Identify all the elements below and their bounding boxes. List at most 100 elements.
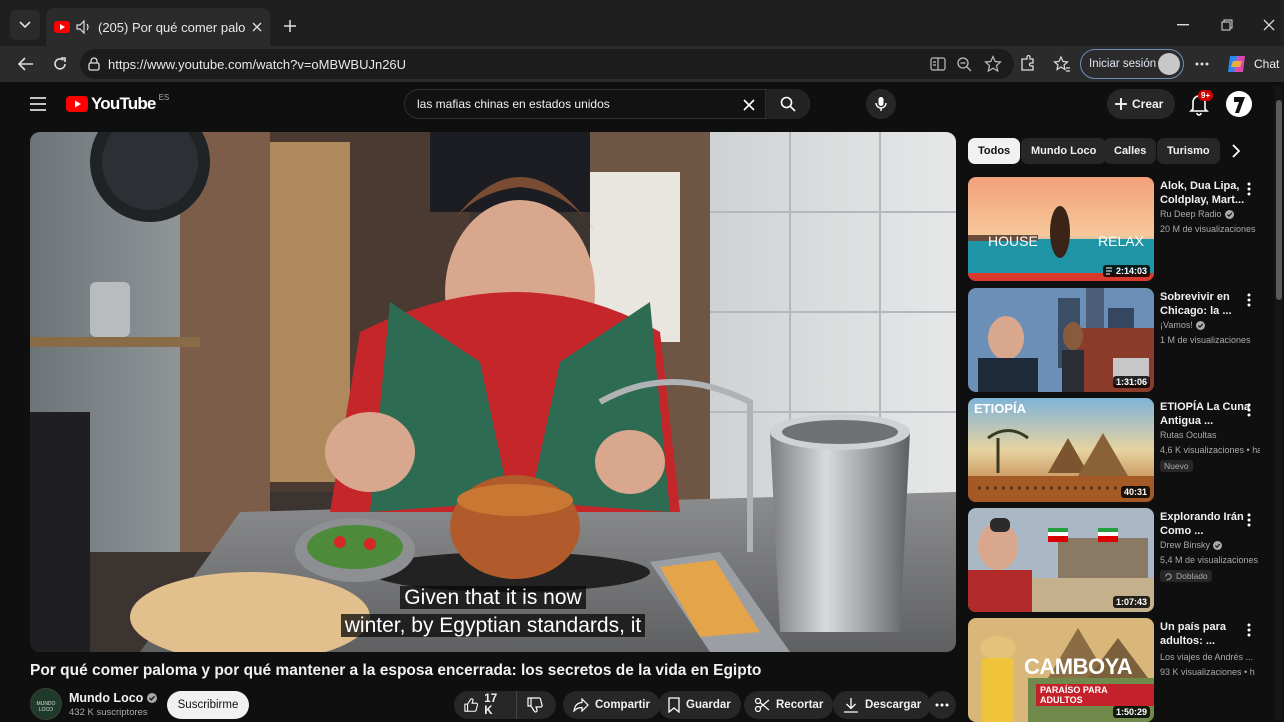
chip-calles[interactable]: Calles (1104, 138, 1157, 164)
reader-view-icon[interactable] (930, 56, 946, 72)
thumb-text-right: RELAX (1098, 233, 1144, 249)
youtube-logo[interactable]: YouTube ES (66, 93, 169, 114)
recommendation-title[interactable]: ETIOPÍA La Cuna Antigua ... (1160, 400, 1252, 428)
zoom-out-icon[interactable] (956, 56, 972, 72)
recommendation-views: 4,6 K visualizaciones • hace (1160, 445, 1260, 455)
more-vert-icon[interactable] (1244, 622, 1254, 638)
chevron-right-icon[interactable] (1230, 144, 1242, 158)
youtube-logo-icon (66, 96, 88, 112)
more-vert-icon[interactable] (1244, 292, 1254, 308)
video-thumbnail[interactable]: 1:07:43 (968, 508, 1154, 612)
recommendation-title[interactable]: Un país para adultos: ... (1160, 620, 1252, 648)
recommendation-channel[interactable]: Drew Binsky (1160, 540, 1223, 550)
more-actions-button[interactable] (928, 691, 956, 719)
recommendation-views: 5,4 M de visualizaciones (1160, 555, 1259, 565)
download-icon (844, 698, 858, 713)
video-duration: 1:50:29 (1112, 706, 1150, 718)
search-input[interactable]: las mafias chinas en estados unidos (404, 89, 810, 119)
chip-mundo-loco[interactable]: Mundo Loco (1021, 138, 1107, 164)
close-tab-icon[interactable] (252, 22, 262, 32)
tab-actions-menu-button[interactable] (10, 10, 40, 40)
refresh-icon (54, 57, 66, 70)
signin-label: Iniciar sesión (1089, 58, 1157, 70)
channel-text: ¡Vamos! (1160, 320, 1193, 330)
bookmark-icon (668, 697, 680, 713)
recommendation-item[interactable]: 1:31:06 Sobrevivir en Chicago: la ... ¡V… (968, 288, 1268, 392)
clear-search-button[interactable] (739, 95, 759, 115)
channel-text: Rutas Ocultas (1160, 430, 1217, 440)
recommendation-channel[interactable]: ¡Vamos! (1160, 320, 1205, 330)
thumb-text-left: HOUSE (988, 233, 1038, 249)
account-avatar[interactable] (1226, 91, 1252, 117)
minimize-button[interactable] (1170, 14, 1196, 36)
voice-search-button[interactable] (866, 89, 896, 119)
microphone-icon (875, 97, 887, 111)
speaker-icon[interactable] (76, 20, 92, 34)
scrollbar-thumb[interactable] (1276, 100, 1282, 300)
playlist-icon (1105, 267, 1112, 275)
new-tab-button[interactable] (278, 14, 302, 38)
recommendation-item[interactable]: ETIOPÍA 40:31 ETIOPÍA La Cuna Antigua ..… (968, 398, 1268, 502)
subscribe-button[interactable]: Suscribirme (167, 691, 249, 719)
recommendation-title[interactable]: Explorando Irán Como ... (1160, 510, 1252, 538)
recommendation-title[interactable]: Alok, Dua Lipa, Coldplay, Mart... (1160, 179, 1252, 207)
more-vert-icon[interactable] (1244, 402, 1254, 418)
restore-icon (1221, 19, 1233, 31)
chip-turismo[interactable]: Turismo (1157, 138, 1220, 164)
download-label: Descargar (865, 699, 922, 711)
url-text: https://www.youtube.com/watch?v=oMBWBUJn… (108, 56, 407, 72)
search-icon (780, 96, 796, 112)
recommendation-channel[interactable]: Los viajes de Andrés ... (1160, 652, 1253, 662)
video-thumbnail[interactable]: ETIOPÍA 40:31 (968, 398, 1154, 502)
recommendation-item[interactable]: 1:07:43 Explorando Irán Como ... Drew Bi… (968, 508, 1268, 612)
signin-button[interactable]: Iniciar sesión (1080, 49, 1184, 79)
hamburger-menu-icon[interactable] (30, 97, 46, 111)
subscriber-count: 432 K suscriptores (69, 707, 148, 718)
favorite-star-icon[interactable] (984, 55, 1002, 73)
download-button[interactable]: Descargar (833, 691, 932, 719)
chat-label: Chat (1254, 57, 1280, 71)
recommendation-title[interactable]: Sobrevivir en Chicago: la ... (1160, 290, 1252, 318)
video-player[interactable]: Given that it is now winter, by Egyptian… (30, 132, 956, 652)
refresh-button[interactable] (46, 50, 74, 78)
copilot-chat-button[interactable]: Chat (1226, 50, 1279, 78)
recommendation-channel[interactable]: Ru Deep Radio (1160, 209, 1234, 219)
verified-icon (147, 693, 158, 703)
share-icon (573, 698, 589, 712)
recommendation-item[interactable]: HOUSE RELAX 2:14:03 Alok, Dua Lipa, Cold… (968, 177, 1268, 281)
recommendation-views: 1 M de visualizaciones (1160, 335, 1251, 345)
video-frame-illustration (30, 132, 956, 652)
dislike-button[interactable] (516, 691, 556, 719)
browser-tab-strip: (205) Por qué comer paloma y (0, 0, 1284, 46)
dubbed-label: Doblado (1176, 571, 1208, 581)
clip-label: Recortar (776, 699, 824, 711)
address-bar[interactable]: https://www.youtube.com/watch?v=oMBWBUJn… (80, 49, 1014, 79)
copilot-icon (1228, 56, 1245, 72)
recommendation-views: 20 M de visualizaciones (1160, 224, 1256, 234)
like-button[interactable]: 17 K (454, 691, 516, 719)
chip-todos[interactable]: Todos (968, 138, 1021, 164)
more-vert-icon[interactable] (1244, 181, 1254, 197)
video-thumbnail[interactable]: 1:31:06 (968, 288, 1154, 392)
close-window-button[interactable] (1256, 14, 1282, 36)
clip-button[interactable]: Recortar (744, 691, 834, 719)
video-thumbnail[interactable]: HOUSE RELAX 2:14:03 (968, 177, 1154, 281)
search-button[interactable] (765, 89, 809, 119)
channel-name[interactable]: Mundo Loco (69, 691, 158, 705)
save-button[interactable]: Guardar (658, 691, 741, 719)
create-button[interactable]: Crear (1107, 89, 1175, 119)
recommendation-item[interactable]: CAMBOYA PARAÍSO PARA ADULTOS 1:50:29 Un … (968, 618, 1268, 722)
extensions-button[interactable] (1014, 50, 1042, 78)
channel-avatar-text: MUNDO LOCO (36, 701, 56, 713)
back-button[interactable] (12, 50, 40, 78)
favorites-button[interactable] (1048, 50, 1076, 78)
restore-button[interactable] (1214, 14, 1240, 36)
plus-icon (284, 20, 296, 32)
browser-tab-active[interactable]: (205) Por qué comer paloma y (46, 8, 270, 46)
channel-avatar[interactable]: MUNDO LOCO (30, 688, 62, 720)
more-vert-icon[interactable] (1244, 512, 1254, 528)
video-thumbnail[interactable]: CAMBOYA PARAÍSO PARA ADULTOS 1:50:29 (968, 618, 1154, 722)
share-button[interactable]: Compartir (563, 691, 660, 719)
more-options-button[interactable] (1188, 50, 1216, 78)
recommendation-channel[interactable]: Rutas Ocultas (1160, 430, 1217, 440)
